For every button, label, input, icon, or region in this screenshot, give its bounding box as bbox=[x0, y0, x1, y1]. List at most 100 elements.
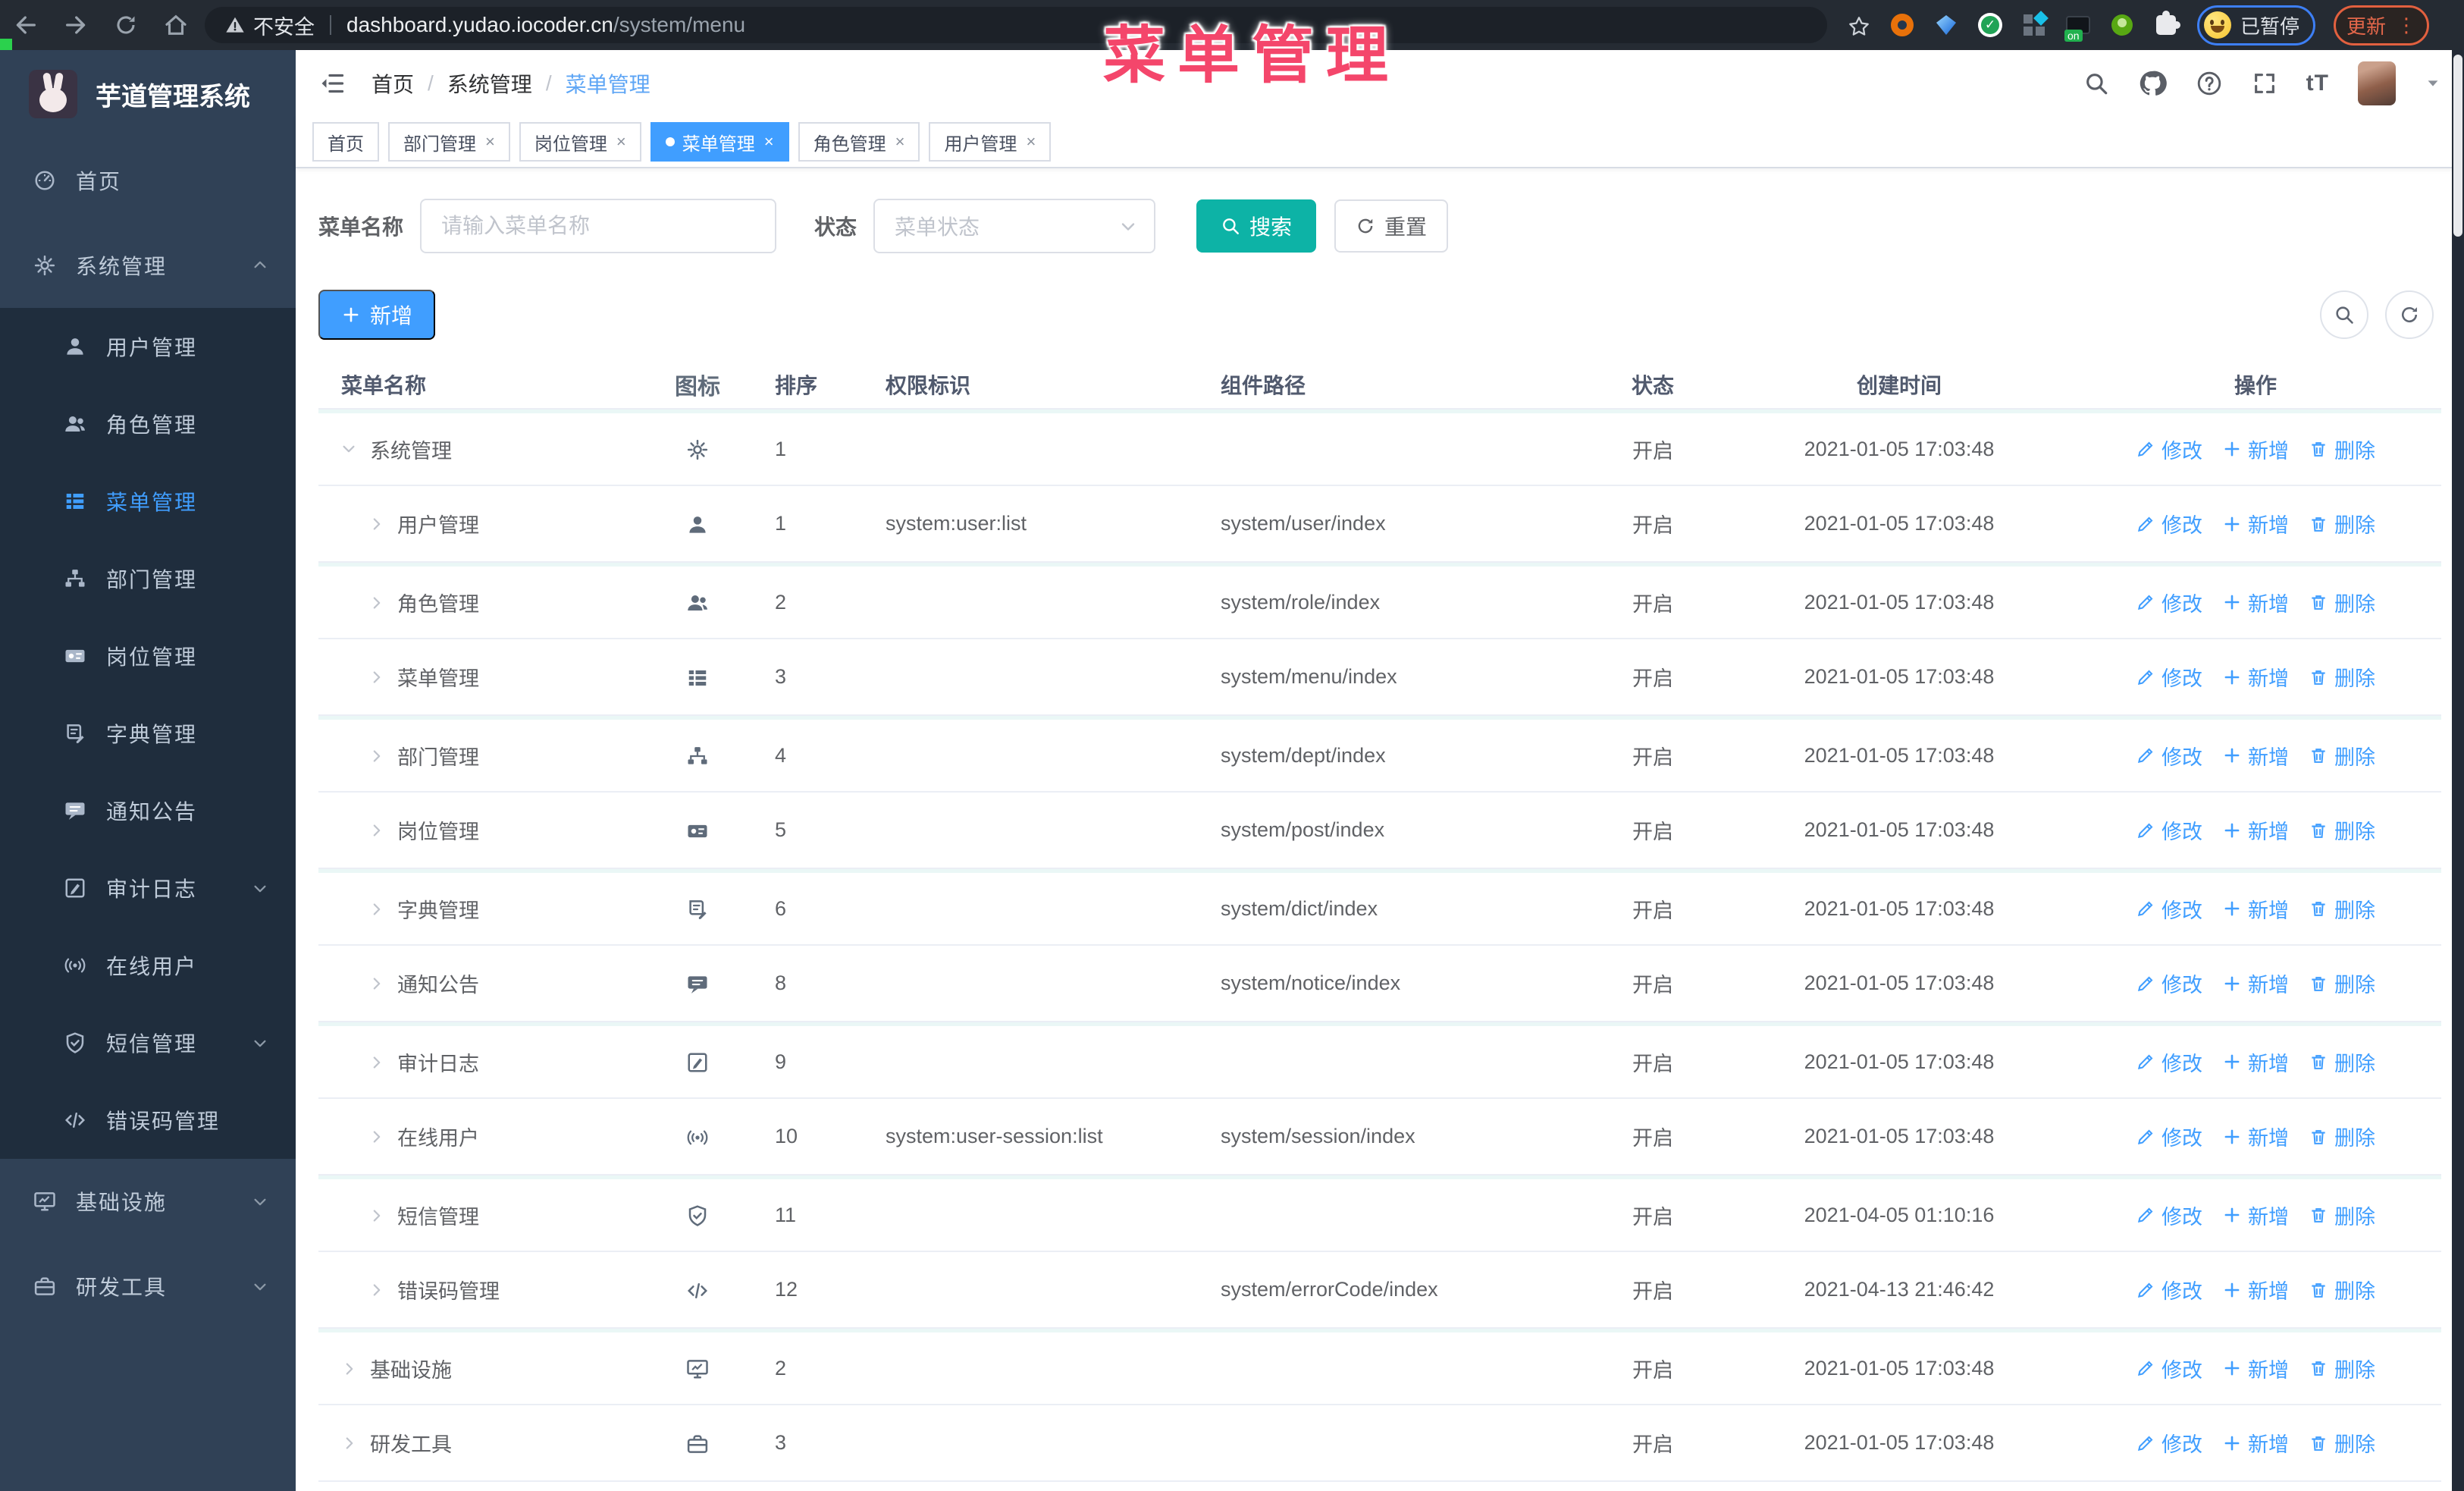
fullscreen-icon[interactable] bbox=[2252, 71, 2277, 96]
sidebar-item[interactable]: 系统管理 bbox=[0, 223, 296, 308]
edit-link[interactable]: 修改 bbox=[2136, 435, 2202, 464]
back-icon[interactable] bbox=[11, 10, 41, 40]
add-child-link[interactable]: 新增 bbox=[2222, 662, 2289, 692]
view-tab[interactable]: 岗位管理 × bbox=[519, 122, 641, 162]
user-avatar[interactable] bbox=[2358, 61, 2396, 105]
expand-arrow-icon[interactable] bbox=[368, 592, 385, 613]
sidebar-item[interactable]: 在线用户 bbox=[0, 927, 296, 1004]
sidebar-item[interactable]: 字典管理 bbox=[0, 695, 296, 772]
edit-link[interactable]: 修改 bbox=[2136, 1428, 2202, 1458]
add-child-link[interactable]: 新增 bbox=[2222, 435, 2289, 464]
sidebar-item[interactable]: 首页 bbox=[0, 138, 296, 223]
edit-link[interactable]: 修改 bbox=[2136, 1275, 2202, 1304]
sidebar-item[interactable]: 审计日志 bbox=[0, 849, 296, 927]
view-tab[interactable]: 首页 × bbox=[312, 122, 379, 162]
address-bar[interactable]: 不安全 dashboard.yudao.iocoder.cn/system/me… bbox=[205, 7, 1827, 43]
delete-link[interactable]: 删除 bbox=[2309, 1201, 2375, 1230]
sidebar-item[interactable]: 菜单管理 bbox=[0, 463, 296, 540]
expand-arrow-icon[interactable] bbox=[368, 1051, 385, 1072]
expand-arrow-icon[interactable] bbox=[368, 973, 385, 994]
close-icon[interactable]: × bbox=[485, 133, 495, 150]
expand-arrow-icon[interactable] bbox=[368, 1126, 385, 1147]
add-child-link[interactable]: 新增 bbox=[2222, 1047, 2289, 1077]
expand-arrow-icon[interactable] bbox=[368, 898, 385, 919]
bookmark-star-icon[interactable] bbox=[1847, 11, 1871, 39]
add-child-link[interactable]: 新增 bbox=[2222, 1354, 2289, 1383]
edit-link[interactable]: 修改 bbox=[2136, 815, 2202, 845]
browser-update-button[interactable]: 更新 ⋮ bbox=[2334, 5, 2430, 46]
edit-link[interactable]: 修改 bbox=[2136, 1047, 2202, 1077]
view-tab[interactable]: 部门管理 × bbox=[388, 122, 510, 162]
add-child-link[interactable]: 新增 bbox=[2222, 815, 2289, 845]
expand-arrow-icon[interactable] bbox=[368, 820, 385, 841]
sidebar-item[interactable]: 角色管理 bbox=[0, 385, 296, 463]
search-icon[interactable] bbox=[2083, 71, 2109, 96]
sidebar-item[interactable]: 部门管理 bbox=[0, 540, 296, 617]
add-child-link[interactable]: 新增 bbox=[2222, 1122, 2289, 1151]
help-icon[interactable] bbox=[2196, 70, 2223, 97]
sidebar-item[interactable]: 通知公告 bbox=[0, 772, 296, 849]
profile-paused-badge[interactable]: 已暂停 bbox=[2197, 5, 2316, 46]
delete-link[interactable]: 删除 bbox=[2309, 968, 2375, 998]
expand-arrow-icon[interactable] bbox=[368, 745, 385, 766]
expand-arrow-icon[interactable] bbox=[368, 513, 385, 535]
add-button[interactable]: 新增 bbox=[318, 290, 436, 340]
edit-link[interactable]: 修改 bbox=[2136, 1122, 2202, 1151]
scrollbar-thumb[interactable] bbox=[2453, 55, 2462, 237]
home-icon[interactable] bbox=[161, 10, 191, 40]
delete-link[interactable]: 删除 bbox=[2309, 894, 2375, 924]
caret-down-icon[interactable] bbox=[2425, 75, 2441, 93]
refresh-table-button[interactable] bbox=[2385, 290, 2434, 339]
sidebar-item[interactable]: 错误码管理 bbox=[0, 1081, 296, 1159]
sidebar-item[interactable]: 用户管理 bbox=[0, 308, 296, 385]
breadcrumb-system[interactable]: 系统管理 bbox=[447, 68, 532, 99]
status-select[interactable]: 菜单状态 bbox=[873, 199, 1156, 253]
delete-link[interactable]: 删除 bbox=[2309, 435, 2375, 464]
extension-check-icon[interactable]: ✓ bbox=[1977, 12, 2003, 38]
add-child-link[interactable]: 新增 bbox=[2222, 968, 2289, 998]
forward-icon[interactable] bbox=[61, 10, 91, 40]
add-child-link[interactable]: 新增 bbox=[2222, 1275, 2289, 1304]
add-child-link[interactable]: 新增 bbox=[2222, 894, 2289, 924]
github-icon[interactable] bbox=[2138, 69, 2167, 98]
delete-link[interactable]: 删除 bbox=[2309, 815, 2375, 845]
expand-arrow-icon[interactable] bbox=[341, 1433, 358, 1454]
close-icon[interactable]: × bbox=[764, 133, 774, 150]
font-size-icon[interactable]: tT bbox=[2306, 71, 2329, 96]
edit-link[interactable]: 修改 bbox=[2136, 968, 2202, 998]
expand-arrow-icon[interactable] bbox=[341, 1358, 358, 1379]
sidebar-item[interactable]: 岗位管理 bbox=[0, 617, 296, 695]
security-warning[interactable]: 不安全 bbox=[224, 11, 315, 40]
edit-link[interactable]: 修改 bbox=[2136, 741, 2202, 771]
expand-arrow-icon[interactable] bbox=[339, 441, 360, 457]
delete-link[interactable]: 删除 bbox=[2309, 662, 2375, 692]
extension-puzzle-icon[interactable] bbox=[2153, 11, 2180, 38]
view-tab[interactable]: 用户管理 × bbox=[929, 122, 1052, 162]
edit-link[interactable]: 修改 bbox=[2136, 509, 2202, 538]
edit-link[interactable]: 修改 bbox=[2136, 588, 2202, 617]
extension-gem-icon[interactable] bbox=[1933, 12, 1959, 38]
reload-icon[interactable] bbox=[111, 10, 141, 40]
reset-button[interactable]: 重置 bbox=[1334, 199, 1449, 253]
toggle-search-button[interactable] bbox=[2320, 290, 2368, 339]
extension-person-icon[interactable] bbox=[2109, 12, 2135, 38]
delete-link[interactable]: 删除 bbox=[2309, 509, 2375, 538]
view-tab[interactable]: 菜单管理 × bbox=[650, 122, 789, 162]
edit-link[interactable]: 修改 bbox=[2136, 1201, 2202, 1230]
delete-link[interactable]: 删除 bbox=[2309, 1047, 2375, 1077]
extension-donut-icon[interactable] bbox=[1889, 12, 1915, 38]
delete-link[interactable]: 删除 bbox=[2309, 1275, 2375, 1304]
menu-name-input[interactable] bbox=[420, 199, 777, 253]
menu-dots-icon[interactable]: ⋮ bbox=[2397, 15, 2416, 35]
delete-link[interactable]: 删除 bbox=[2309, 741, 2375, 771]
extension-server-icon[interactable] bbox=[2064, 12, 2091, 42]
edit-link[interactable]: 修改 bbox=[2136, 662, 2202, 692]
breadcrumb-home[interactable]: 首页 bbox=[371, 68, 414, 99]
expand-arrow-icon[interactable] bbox=[368, 1204, 385, 1226]
add-child-link[interactable]: 新增 bbox=[2222, 1428, 2289, 1458]
sidebar-fold-icon[interactable] bbox=[318, 70, 346, 97]
expand-arrow-icon[interactable] bbox=[368, 1279, 385, 1301]
add-child-link[interactable]: 新增 bbox=[2222, 741, 2289, 771]
sidebar-item[interactable]: 基础设施 bbox=[0, 1159, 296, 1244]
edit-link[interactable]: 修改 bbox=[2136, 1354, 2202, 1383]
